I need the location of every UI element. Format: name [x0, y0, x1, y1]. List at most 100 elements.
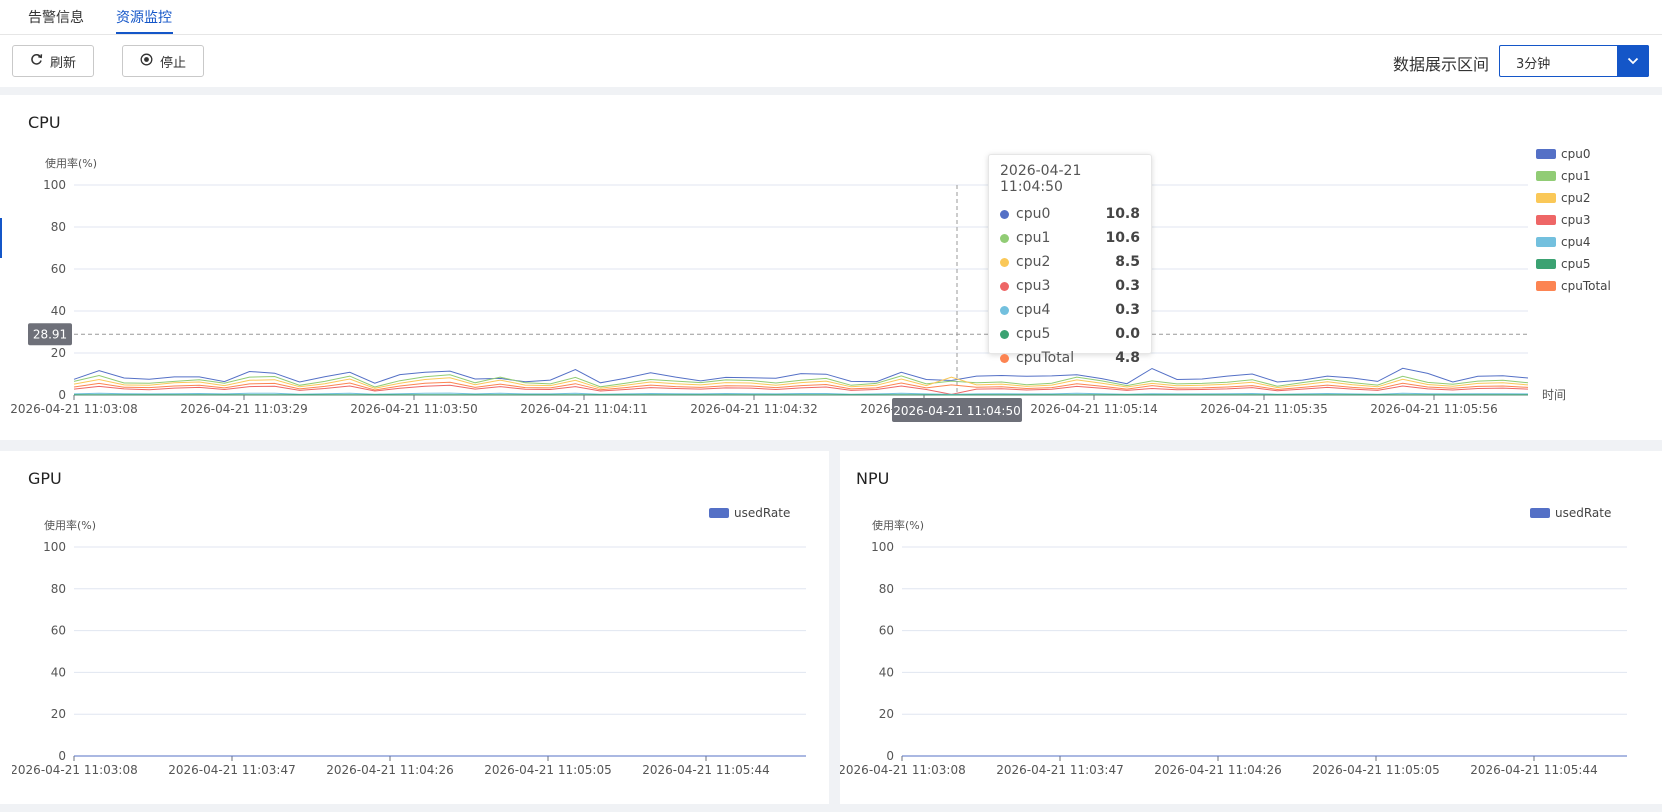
tooltip-series-name: cpu0 [1016, 206, 1051, 222]
y-tick-label: 100 [43, 178, 66, 192]
range-select-value: 3分钟 [1516, 57, 1551, 72]
tooltip-series-value: 0.0 [1115, 326, 1140, 342]
tooltip-series-value: 0.3 [1115, 302, 1140, 318]
legend-swatch-cpu2 [1536, 193, 1556, 203]
y-tick-label: 20 [51, 707, 66, 721]
x-tick-label: 2026-04-21 11:04:11 [520, 402, 647, 416]
legend-swatch-cpu1 [1536, 171, 1556, 181]
x-tick-label: 2026-04-21 11:05:05 [1312, 763, 1439, 777]
y-tick-label: 40 [51, 304, 66, 318]
section-gap [0, 440, 1662, 451]
x-tick-label: 2026-04-21 11:04:26 [1154, 763, 1281, 777]
range-select[interactable]: 3分钟 [1499, 45, 1649, 77]
tooltip-series-name: cpu4 [1016, 302, 1051, 318]
x-tick-label: 2026-04-21 11:03:50 [350, 402, 477, 416]
x-tick-label: 2026-04-21 11:05:35 [1200, 402, 1327, 416]
tooltip-row-cpu0: cpu0 10.8 [1000, 202, 1140, 226]
y-tick-label: 40 [879, 665, 894, 679]
legend-swatch-cpuTotal [1536, 281, 1556, 291]
tab-resource-monitor[interactable]: 资源监控 [116, 7, 172, 27]
cpu-tooltip: 2026-04-21 11:04:50 cpu0 10.8 cpu1 10.6 cpu2… [988, 154, 1152, 366]
crosshair-y-label: 28.91 [33, 327, 67, 341]
series-dot-icon [1000, 233, 1009, 243]
tooltip-series-value: 4.8 [1115, 350, 1140, 366]
y-axis-label: 使用率(%) [44, 518, 96, 532]
refresh-button[interactable]: 刷新 [12, 45, 94, 77]
y-tick-label: 0 [58, 749, 66, 763]
tooltip-series-name: cpu1 [1016, 230, 1051, 246]
tooltip-row-cpu1: cpu1 10.6 [1000, 226, 1140, 250]
x-tick-label: 2026-04-21 11:04:26 [326, 763, 453, 777]
tooltip-row-cpu4: cpu4 0.3 [1000, 298, 1140, 322]
legend-label: cpu4 [1561, 235, 1590, 249]
tooltip-series-name: cpuTotal [1016, 350, 1075, 366]
y-tick-label: 0 [886, 749, 894, 763]
x-tick-label: 2026-04-21 11:05:44 [642, 763, 769, 777]
series-dot-icon [1000, 257, 1009, 267]
y-tick-label: 60 [51, 624, 66, 638]
legend-label: cpuTotal [1561, 279, 1611, 293]
tooltip-rows: cpu0 10.8 cpu1 10.6 cpu2 8.5 cpu3 0.3 cpu4 0.3 cpu… [1000, 202, 1140, 370]
y-tick-label: 80 [51, 582, 66, 596]
y-tick-label: 100 [871, 540, 894, 554]
x-tick-label: 2026-04-21 11:04:32 [690, 402, 817, 416]
npu-chart: 使用率(%) 0 20 40 60 80 100 2026-04-21 11:03:08 202… [840, 506, 1627, 777]
y-axis-label: 使用率(%) [45, 156, 97, 170]
tooltip-series-value: 10.8 [1105, 206, 1140, 222]
tooltip-series-value: 0.3 [1115, 278, 1140, 294]
legend-swatch-cpu0 [1536, 149, 1556, 159]
tooltip-row-cpu5: cpu5 0.0 [1000, 322, 1140, 346]
legend-swatch-cpu3 [1536, 215, 1556, 225]
series-line-cpu4 [73, 392, 1529, 395]
section-gap [0, 87, 1662, 95]
gpu-chart: 使用率(%) 0 20 40 60 80 100 2026-04-21 11:03:08 202… [12, 506, 806, 777]
tooltip-series-name: cpu3 [1016, 278, 1051, 294]
y-tick-label: 80 [879, 582, 894, 596]
legend-label: usedRate [734, 506, 790, 520]
refresh-icon [30, 53, 43, 70]
tooltip-row-cpu2: cpu2 8.5 [1000, 250, 1140, 274]
y-tick-label: 80 [51, 220, 66, 234]
legend-label: cpu0 [1561, 147, 1590, 161]
series-dot-icon [1000, 353, 1009, 363]
tab-alerts[interactable]: 告警信息 [28, 7, 84, 27]
y-tick-label: 60 [879, 624, 894, 638]
y-tick-label: 40 [51, 665, 66, 679]
cpu-chart: 使用率(%) 0 20 40 60 80 100 2026-04-21 11:03:08 202… [10, 147, 1611, 422]
x-tick-label: 2026-04-21 11:03:08 [840, 763, 966, 777]
y-tick-label: 20 [51, 346, 66, 360]
y-tick-label: 100 [43, 540, 66, 554]
x-tick-label: 2026-04-21 11:05:56 [1370, 402, 1497, 416]
legend-label: usedRate [1555, 506, 1611, 520]
legend-swatch-usedRate [709, 508, 729, 518]
legend-swatch-cpu4 [1536, 237, 1556, 247]
x-tick-label: 2026-04-21 11:03:29 [180, 402, 307, 416]
x-tick-label: 2026-04-21 11:03:47 [996, 763, 1123, 777]
range-label: 数据展示区间 [1393, 55, 1490, 74]
tooltip-series-name: cpu5 [1016, 326, 1051, 342]
refresh-label: 刷新 [49, 55, 76, 71]
series-dot-icon [1000, 305, 1009, 315]
series-dot-icon [1000, 329, 1009, 339]
tooltip-series-value: 10.6 [1105, 230, 1140, 246]
tooltip-row-cpuTotal: cpuTotal 4.8 [1000, 346, 1140, 370]
legend-swatch-cpu5 [1536, 259, 1556, 269]
tooltip-time: 2026-04-21 11:04:50 [1000, 163, 1082, 195]
resource-monitor-page: 告警信息 资源监控 刷新 停止 数据展示区间 3分钟 CPU 使用率(%) 0 … [0, 0, 1662, 812]
section-gap [0, 804, 1662, 812]
x-axis-label: 时间 [1542, 388, 1566, 402]
series-dot-icon [1000, 209, 1009, 219]
crosshair-x-label: 2026-04-21 11:04:50 [893, 404, 1020, 418]
stop-button[interactable]: 停止 [122, 45, 204, 77]
tooltip-series-name: cpu2 [1016, 254, 1051, 270]
legend-label: cpu5 [1561, 257, 1590, 271]
x-tick-label: 2026-04-21 11:03:08 [10, 402, 137, 416]
chevron-down-icon[interactable] [1617, 45, 1649, 77]
stop-circle-icon [140, 53, 153, 70]
active-tab-indicator [116, 32, 173, 34]
legend-swatch-usedRate [1530, 508, 1550, 518]
y-tick-label: 20 [879, 707, 894, 721]
x-tick-label: 2026-04-21 11:03:47 [168, 763, 295, 777]
legend-label: cpu3 [1561, 213, 1590, 227]
x-tick-label: 2026-04-21 11:05:05 [484, 763, 611, 777]
